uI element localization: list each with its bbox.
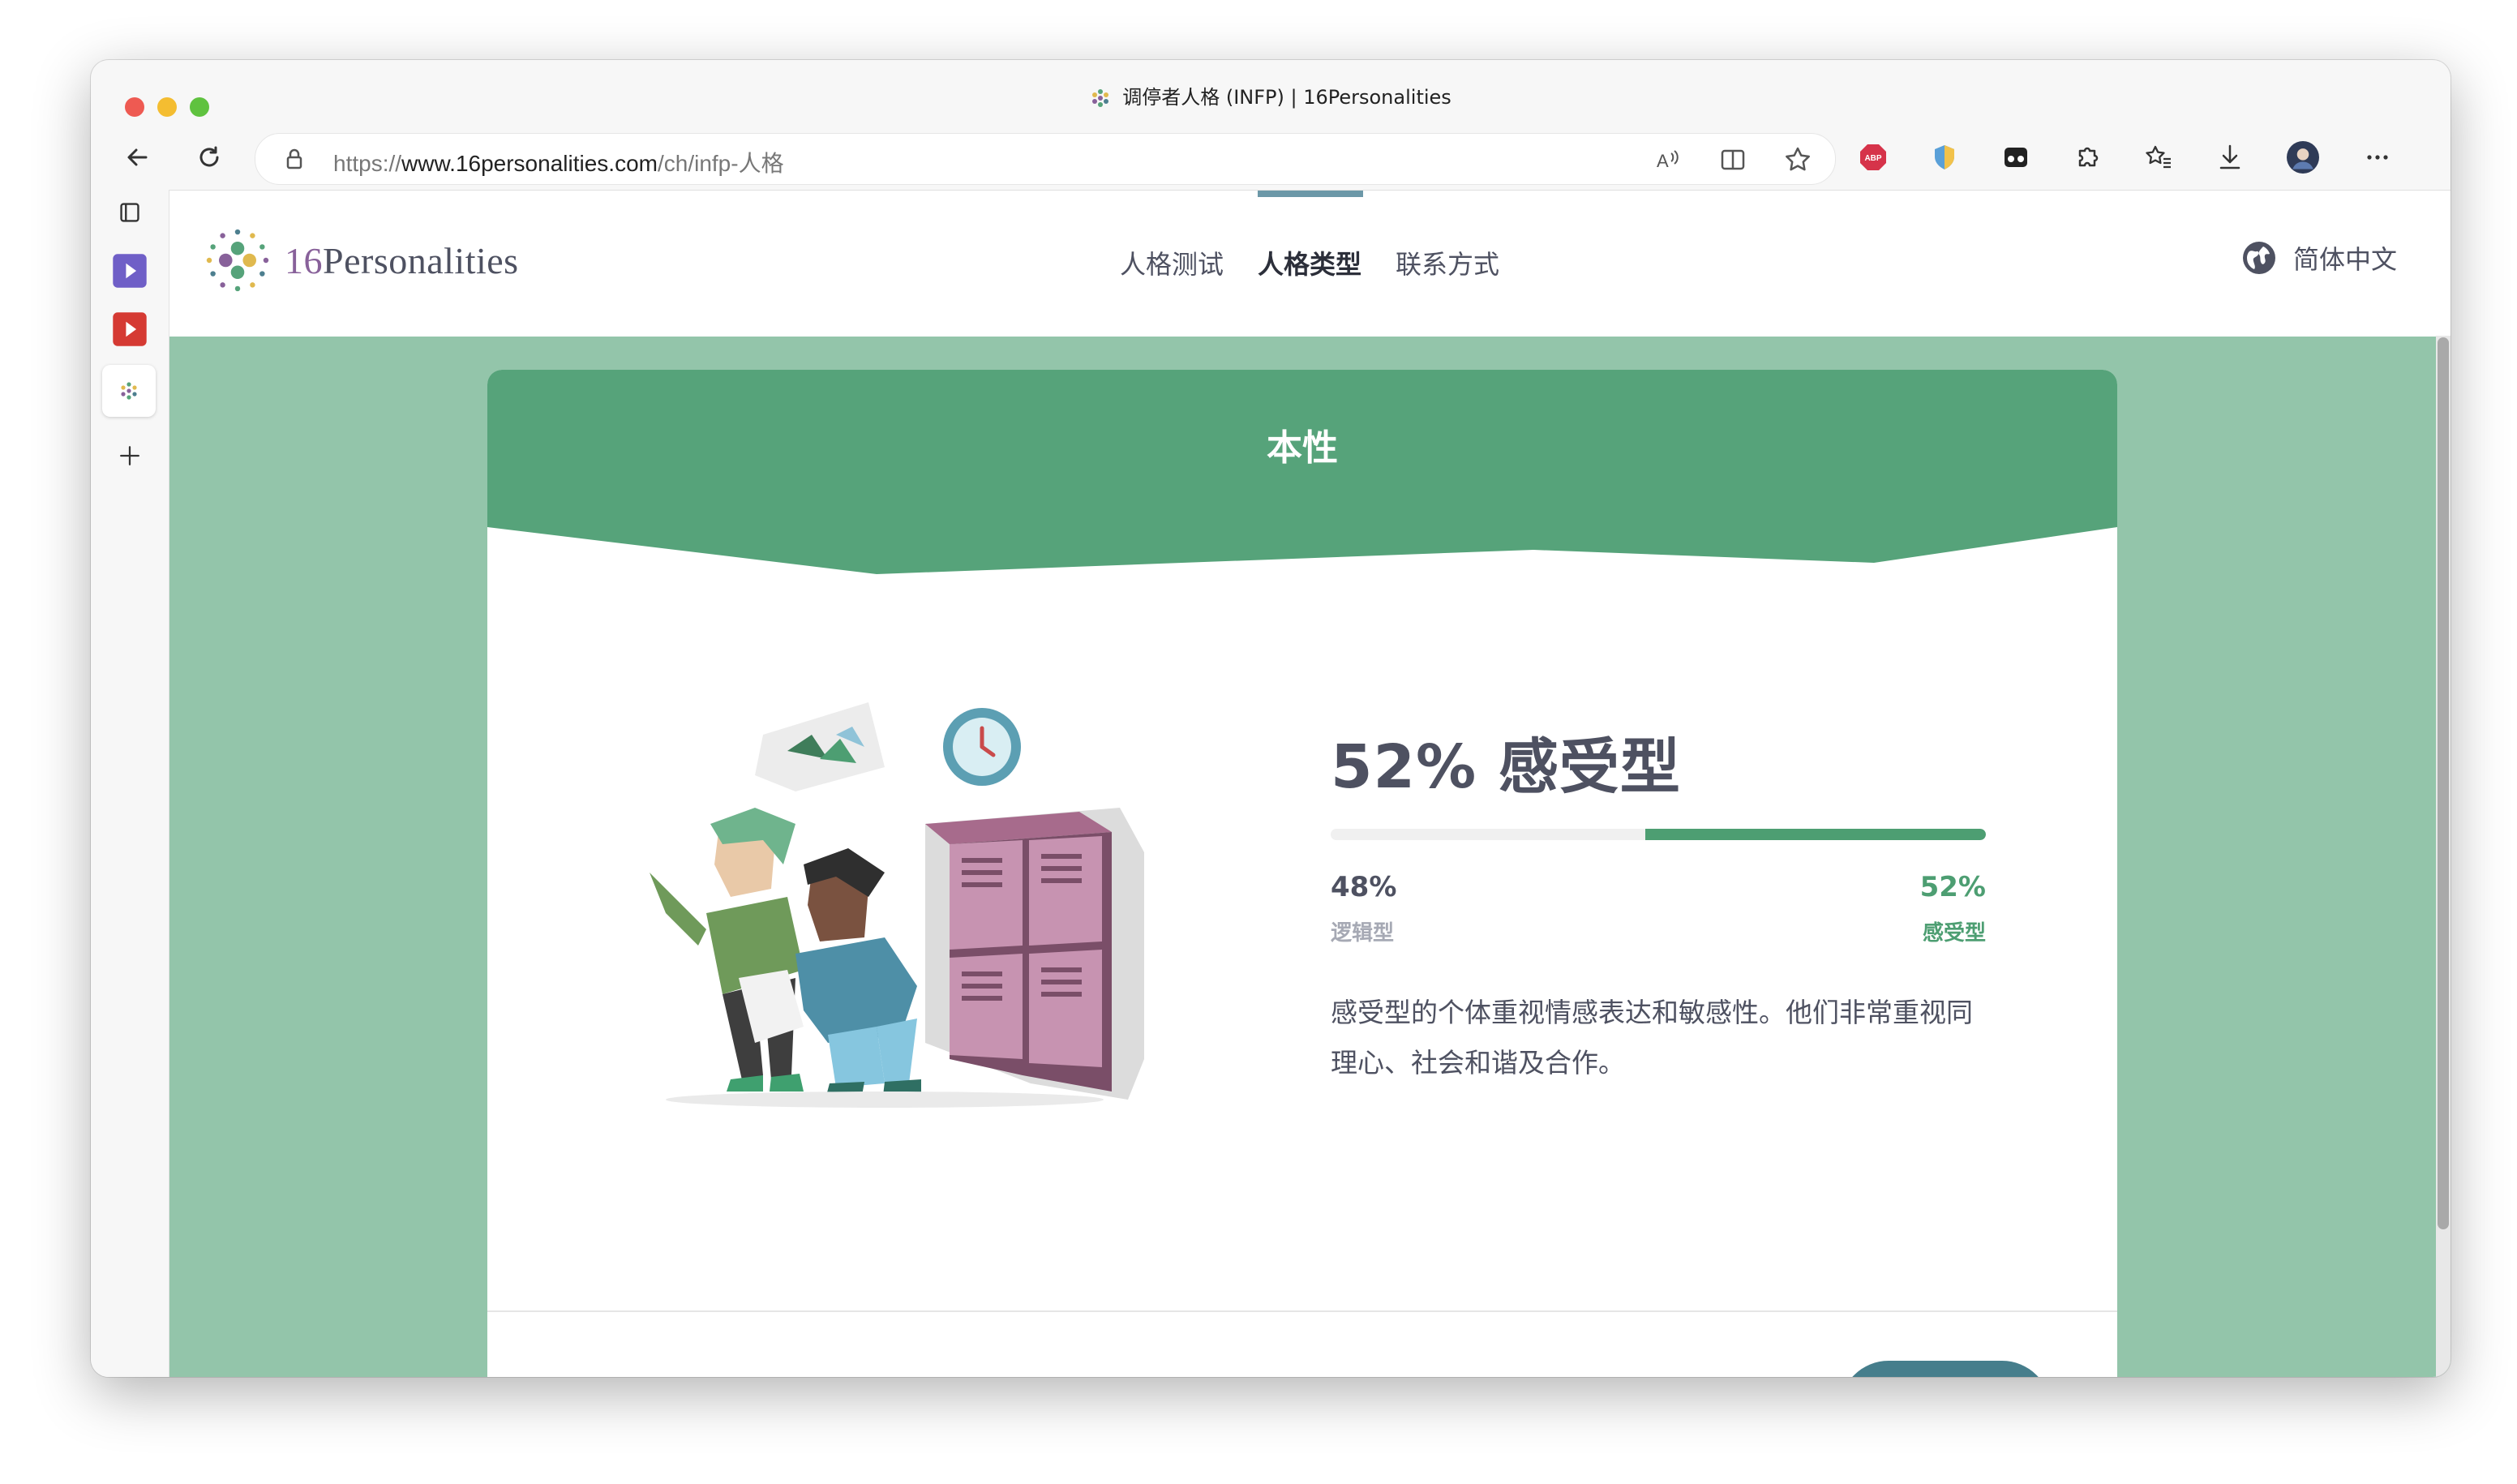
feeling-percent: 52%: [1919, 871, 1986, 903]
nav-item-types[interactable]: 人格类型: [1258, 244, 1361, 281]
logo-word: Personalities: [323, 239, 519, 281]
purple-play-icon: [113, 254, 147, 288]
favorite-star-icon[interactable]: [1782, 144, 1814, 176]
globe-icon: [2242, 242, 2275, 274]
back-button[interactable]: [115, 135, 161, 180]
sidebar-tab-active[interactable]: [102, 365, 156, 417]
url-text[interactable]: https://www.16personalities.com/ch/infp-…: [333, 146, 784, 178]
favorites-button[interactable]: [2142, 141, 2175, 174]
site-header: 16Personalities 人格测试 人格类型 联系方式 简体中文: [169, 190, 2451, 337]
logo-wordmark: 16Personalities: [285, 239, 519, 282]
shield-extension-button[interactable]: [1928, 141, 1961, 174]
puzzle-icon: [2078, 147, 2099, 167]
next-section-button[interactable]: [1840, 1361, 2051, 1377]
tab-actions-icon: [120, 203, 139, 222]
feeling-label: 感受型: [1922, 921, 1986, 946]
language-selector[interactable]: 简体中文: [2241, 239, 2397, 277]
reload-icon: [199, 146, 219, 167]
split-screen-icon[interactable]: [1717, 144, 1749, 176]
svg-text:ABP: ABP: [1864, 154, 1881, 163]
reload-button[interactable]: [187, 135, 232, 180]
main-nav: 人格测试 人格类型 联系方式: [1120, 244, 1499, 281]
active-nav-indicator: [1258, 191, 1363, 197]
web-page: 16Personalities 人格测试 人格类型 联系方式 简体中文 本性 5…: [169, 190, 2451, 1377]
svg-text:A: A: [1657, 151, 1669, 171]
language-label: 简体中文: [2292, 244, 2397, 275]
profile-avatar: [2287, 141, 2319, 174]
browser-toolbar: https://www.16personalities.com/ch/infp-…: [91, 125, 2451, 190]
url-path: /ch/infp-人格: [657, 151, 784, 176]
downloads-button[interactable]: [2214, 141, 2246, 174]
browser-window: 调停者人格 (INFP) | 16Personalities https://w…: [91, 60, 2451, 1377]
shield-extension-icon: [1935, 145, 1954, 169]
url-scheme: https://: [333, 151, 402, 176]
tab-actions-button[interactable]: [107, 190, 152, 235]
new-tab-button[interactable]: [107, 433, 152, 478]
extensions-button[interactable]: [2071, 141, 2103, 174]
abp-icon: ABP: [1860, 144, 1886, 170]
title-bar: 调停者人格 (INFP) | 16Personalities: [91, 60, 2451, 125]
back-arrow-icon: [127, 148, 148, 166]
read-aloud-icon[interactable]: A: [1652, 144, 1684, 176]
feeling-illustration: [650, 702, 1144, 1108]
site-logo[interactable]: 16Personalities: [200, 223, 519, 298]
abp-extension-button[interactable]: ABP: [1857, 141, 1889, 174]
thinking-label: 逻辑型: [1331, 921, 1395, 946]
nav-item-test[interactable]: 人格测试: [1120, 244, 1224, 281]
lock-icon: [286, 148, 302, 169]
vertical-tab-sidebar: [91, 190, 169, 1377]
glasses-extension-icon: [2005, 148, 2027, 167]
glasses-extension-button[interactable]: [2000, 141, 2032, 174]
card-divider: [487, 1310, 2117, 1312]
nav-item-contact[interactable]: 联系方式: [1396, 244, 1499, 281]
profile-button[interactable]: [2287, 141, 2319, 174]
sidebar-tab-2[interactable]: [107, 307, 152, 352]
active-tab[interactable]: 调停者人格 (INFP) | 16Personalities: [91, 81, 2451, 109]
red-play-icon: [113, 312, 147, 346]
url-host: www.16personalities.com: [401, 151, 658, 176]
card-title: 本性: [1267, 427, 1338, 469]
more-icon: [2367, 155, 2388, 160]
favorites-icon: [2146, 145, 2171, 169]
site-favicon-icon: [1092, 89, 1109, 107]
site-favicon-icon: [121, 382, 137, 400]
sidebar-tab-1[interactable]: [107, 248, 152, 294]
trait-heading: 52% 感受型: [1331, 732, 1681, 802]
trait-progress-bar: [1331, 829, 1986, 840]
plus-icon: [120, 446, 139, 465]
thinking-percent: 48%: [1331, 871, 1397, 903]
address-bar[interactable]: https://www.16personalities.com/ch/infp-…: [255, 133, 1836, 185]
download-icon: [2219, 144, 2240, 169]
tab-title-text: 调停者人格 (INFP) | 16Personalities: [1122, 86, 1451, 109]
trait-card: 本性 52% 感受型 48% 逻辑型 52% 感受型 感受型的个体重视情感表达和…: [487, 370, 2117, 1377]
more-menu-button[interactable]: [2361, 141, 2394, 174]
scrollbar-thumb[interactable]: [2438, 337, 2449, 1229]
logo-dots-icon: [206, 229, 269, 292]
trait-progress-fill: [1644, 829, 1986, 840]
card-header-background: [487, 370, 2117, 574]
trait-description: 感受型的个体重视情感表达和敏感性。他们非常重视同理心、社会和谐及合作。: [1331, 997, 1973, 1079]
logo-number: 16: [285, 239, 323, 281]
